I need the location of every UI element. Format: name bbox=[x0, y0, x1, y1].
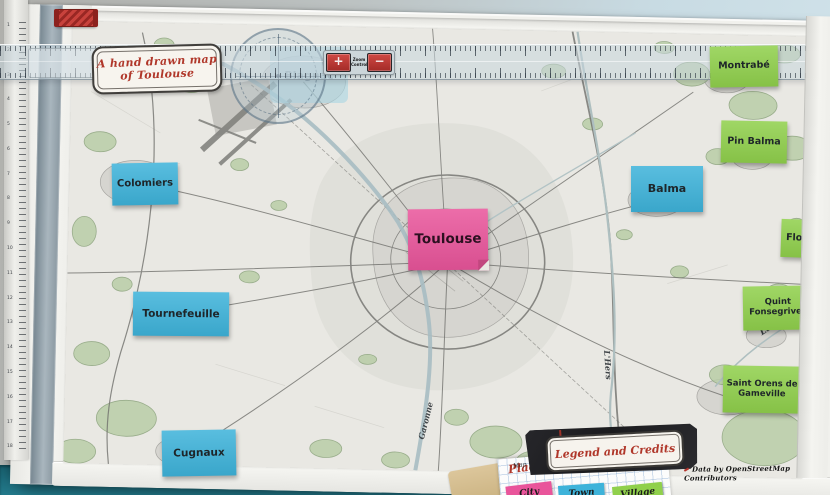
legend-chip-town: Town bbox=[558, 483, 605, 495]
note-fold-corner bbox=[478, 260, 489, 271]
note-pin-balma[interactable]: Pin Balma bbox=[721, 120, 788, 163]
legend-title: Legend and Credits bbox=[555, 441, 676, 460]
note-label: Pin Balma bbox=[727, 136, 781, 148]
zoom-control: + Zoom Control − bbox=[323, 50, 395, 75]
note-saint-orens[interactable]: Saint Orens de Gameville bbox=[723, 365, 802, 413]
note-toulouse[interactable]: Toulouse bbox=[408, 209, 489, 271]
river-label-lhers: L'Hers bbox=[602, 350, 614, 380]
note-label: Cugnaux bbox=[173, 447, 225, 460]
note-label: Montrabé bbox=[718, 61, 770, 73]
vertical-ruler-numbers: 123456789101112131415161718 bbox=[7, 24, 17, 450]
map-annotation: Map bbox=[513, 461, 527, 469]
legend-chip-city: City bbox=[505, 481, 553, 495]
note-cugnaux[interactable]: Cugnaux bbox=[162, 429, 237, 476]
zoom-out-button[interactable]: − bbox=[367, 53, 392, 72]
map-title-card: A hand drawn map of Toulouse bbox=[91, 43, 222, 94]
credits-text: Data by OpenStreetMap Contributors bbox=[684, 463, 830, 482]
map-title-line2: of Toulouse bbox=[120, 67, 195, 83]
legend-chip-village: Village bbox=[612, 482, 664, 495]
zoom-in-button[interactable]: + bbox=[326, 53, 351, 72]
note-label: Colomiers bbox=[117, 178, 173, 190]
note-label: Balma bbox=[648, 183, 686, 196]
note-tournefeuille[interactable]: Tournefeuille bbox=[133, 292, 229, 337]
note-colomiers[interactable]: Colomiers bbox=[112, 162, 179, 205]
legend-title-card: Legend and Credits bbox=[545, 429, 685, 472]
hand-drawn-map-screen: 123456789101112131415161718 Blagnac A ha… bbox=[0, 0, 830, 495]
ruler-grip-handle[interactable] bbox=[55, 9, 97, 27]
note-montrabe[interactable]: Montrabé bbox=[710, 45, 779, 87]
note-label: Tournefeuille bbox=[142, 308, 219, 321]
note-balma[interactable]: Balma bbox=[631, 166, 703, 212]
zoom-control-label: Zoom Control bbox=[351, 58, 367, 68]
note-label: Saint Orens de Gameville bbox=[725, 379, 799, 400]
note-label: Toulouse bbox=[414, 231, 481, 247]
vertical-ruler-ticks bbox=[19, 22, 26, 452]
